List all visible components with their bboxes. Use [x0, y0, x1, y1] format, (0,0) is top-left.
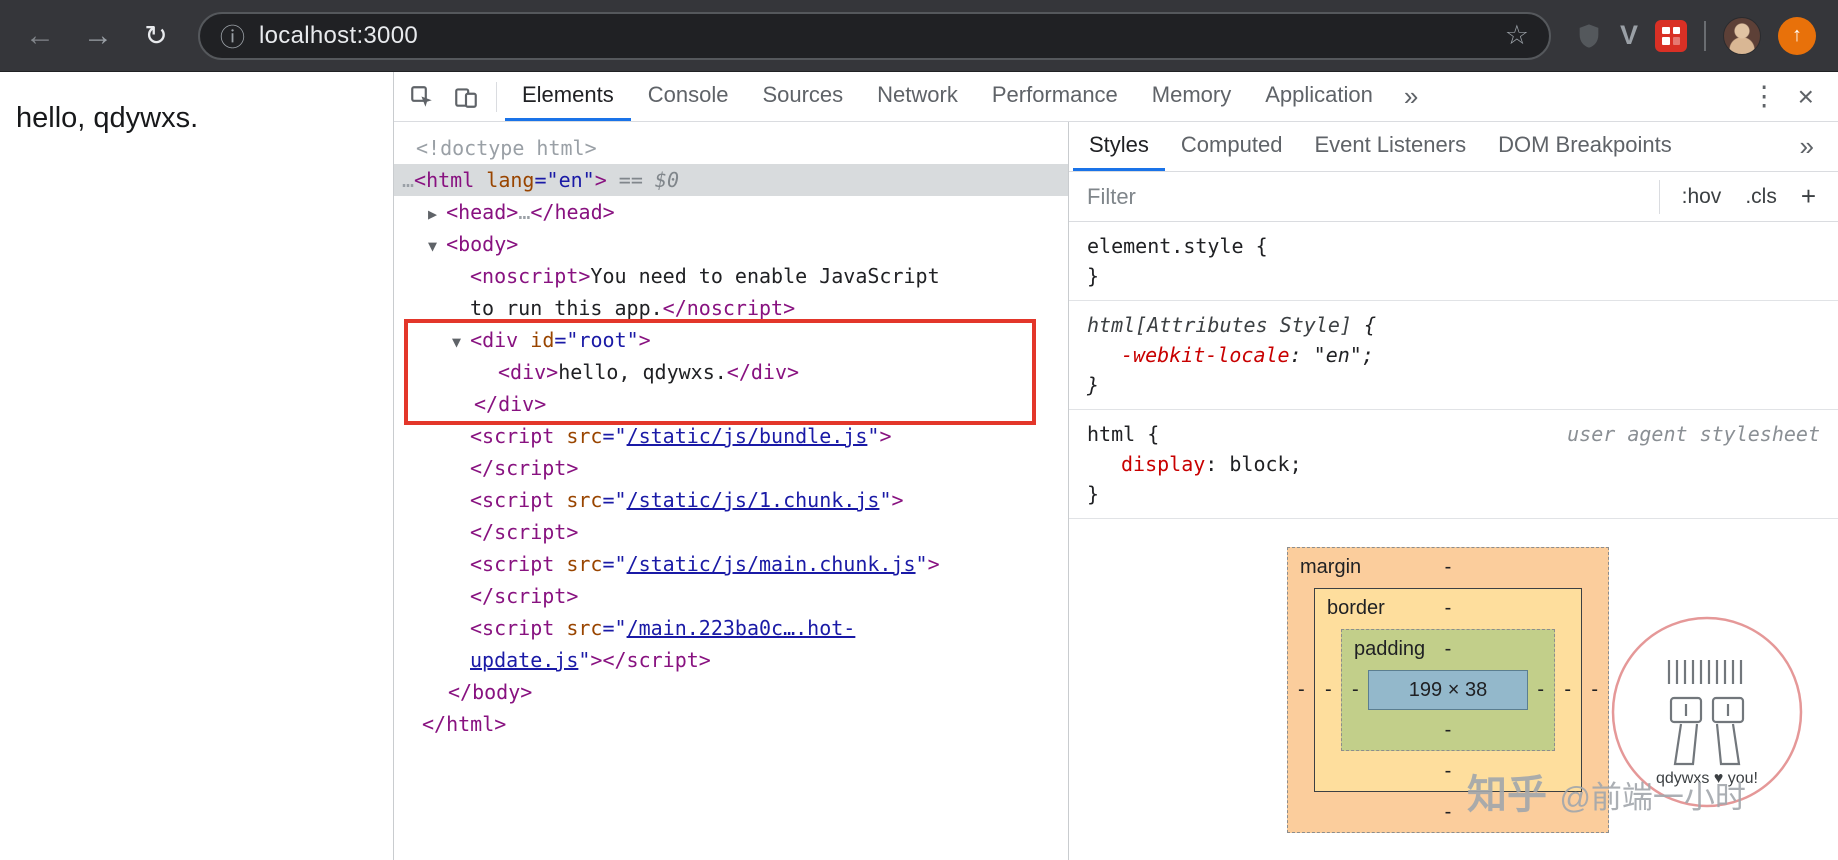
padding-right-value[interactable]: - [1537, 679, 1544, 702]
tree-row[interactable]: <script src="/static/js/1.chunk.js"> [394, 484, 1068, 516]
content-size: 199 × 38 [1408, 678, 1488, 701]
style-rules: element.style {} html[Attributes Style] {… [1069, 222, 1838, 519]
browser-toolbar: ← → ↻ ⓘ localhost:3000 ☆ V ↑ [0, 0, 1838, 72]
css-declaration[interactable]: -webkit-locale: "en"; [1087, 340, 1820, 370]
padding-top-value[interactable]: - [1342, 638, 1554, 661]
back-button[interactable]: ← [14, 10, 66, 62]
greeting-text: hello, qdywxs. [16, 102, 199, 134]
tree-row[interactable]: </script> [394, 580, 1068, 612]
new-style-rule-button[interactable]: + [1801, 181, 1816, 212]
tree-row[interactable]: </script> [394, 516, 1068, 548]
tree-row[interactable]: </script> [394, 452, 1068, 484]
stylesheet-origin-note: user agent stylesheet [1567, 422, 1820, 446]
tab-computed[interactable]: Computed [1165, 122, 1299, 171]
bookmark-star-icon[interactable]: ☆ [1505, 20, 1529, 51]
tree-row[interactable]: …<html lang="en"> == $0 [394, 164, 1068, 196]
margin-left-value[interactable]: - [1298, 679, 1305, 702]
tree-row[interactable]: <div>hello, qdywxs.</div> [394, 356, 1068, 388]
update-button[interactable]: ↑ [1778, 16, 1816, 55]
box-model-padding[interactable]: padding - - - - 199 × 38 [1341, 629, 1555, 751]
device-toolbar-icon[interactable] [444, 75, 488, 119]
reload-button[interactable]: ↻ [130, 10, 182, 62]
margin-top-value[interactable]: - [1288, 556, 1608, 579]
watermark-handle: @前端一小时 [1559, 780, 1746, 815]
address-bar[interactable]: ⓘ localhost:3000 ☆ [198, 11, 1551, 60]
url-text: localhost:3000 [259, 21, 418, 49]
padding-left-value[interactable]: - [1352, 679, 1359, 702]
close-devtools-icon[interactable]: × [1794, 81, 1832, 113]
devtools-toolbar: Elements Console Sources Network Performance… [394, 72, 1838, 122]
tree-row[interactable]: update.js"></script> [394, 644, 1068, 676]
filter-row: :hov .cls + [1069, 172, 1838, 222]
border-left-value[interactable]: - [1325, 679, 1332, 702]
styles-more-icon[interactable]: » [1780, 131, 1834, 162]
css-declaration[interactable]: display: block; [1087, 449, 1820, 479]
tree-row[interactable]: <!doctype html> [394, 132, 1068, 164]
tab-styles[interactable]: Styles [1073, 122, 1165, 171]
styles-pane: Styles Computed Event Listeners DOM Breakpo… [1068, 122, 1838, 860]
red-extension-icon[interactable] [1655, 19, 1687, 52]
styles-tabs-row: Styles Computed Event Listeners DOM Breakpo… [1069, 122, 1838, 172]
more-tabs-icon[interactable]: » [1390, 81, 1432, 112]
styles-tabs: Styles Computed Event Listeners DOM Breakpo… [1073, 122, 1688, 171]
tab-console[interactable]: Console [631, 72, 746, 121]
watermark-brand: 知乎 [1467, 773, 1547, 817]
tree-row[interactable]: <script src="/static/js/bundle.js"> [394, 420, 1068, 452]
border-top-value[interactable]: - [1315, 597, 1581, 620]
style-rule[interactable]: user agent stylesheet html {display: bloc… [1069, 410, 1838, 519]
margin-right-value[interactable]: - [1591, 679, 1598, 702]
devtools-body: <!doctype html> …<html lang="en"> == $0 ▶ … [394, 122, 1838, 860]
class-toggle[interactable]: .cls [1745, 185, 1777, 209]
tree-row[interactable]: </div> [394, 388, 1068, 420]
tab-network[interactable]: Network [860, 72, 975, 121]
dom-tree: <!doctype html> …<html lang="en"> == $0 ▶ … [394, 132, 1068, 740]
tree-row[interactable]: ▼ <div id="root"> [394, 324, 1068, 356]
pseudo-state-toggle[interactable]: :hov [1682, 185, 1722, 209]
tree-row[interactable]: to run this app.</noscript> [394, 292, 1068, 324]
devtools-tabs: Elements Console Sources Network Performance… [505, 72, 1390, 121]
tab-performance[interactable]: Performance [975, 72, 1135, 121]
tree-row[interactable]: <noscript>You need to enable JavaScript [394, 260, 1068, 292]
tab-event-listeners[interactable]: Event Listeners [1298, 122, 1482, 171]
kebab-menu-icon[interactable]: ⋮ [1735, 81, 1794, 112]
tree-row[interactable]: ▶ <head>…</head> [394, 196, 1068, 228]
tree-row[interactable]: </body> [394, 676, 1068, 708]
devtools-panel: Elements Console Sources Network Performance… [393, 72, 1838, 860]
tab-sources[interactable]: Sources [745, 72, 860, 121]
tab-dom-breakpoints[interactable]: DOM Breakpoints [1482, 122, 1688, 171]
box-model-content[interactable]: 199 × 38 [1368, 670, 1528, 710]
main-area: hello, qdywxs. Elements Console Sources Net… [0, 72, 1838, 860]
style-rule[interactable]: html[Attributes Style] {-webkit-locale: … [1069, 301, 1838, 410]
tree-row[interactable]: </html> [394, 708, 1068, 740]
toolbar-divider [1704, 20, 1706, 51]
tree-row[interactable]: <script src="/main.223ba0c….hot- [394, 612, 1068, 644]
forward-button[interactable]: → [72, 10, 124, 62]
elements-tree-pane: <!doctype html> …<html lang="en"> == $0 ▶ … [394, 122, 1068, 860]
tree-row[interactable]: ▼ <body> [394, 228, 1068, 260]
tab-memory[interactable]: Memory [1135, 72, 1248, 121]
border-right-value[interactable]: - [1564, 679, 1571, 702]
style-rule[interactable]: element.style {} [1069, 222, 1838, 301]
v-extension-icon[interactable]: V [1620, 20, 1638, 51]
tab-elements[interactable]: Elements [505, 72, 631, 121]
site-info-icon[interactable]: ⓘ [220, 18, 245, 54]
style-toggles: :hov .cls + [1658, 179, 1838, 214]
tree-row[interactable]: <script src="/static/js/main.chunk.js"> [394, 548, 1068, 580]
page-content: hello, qdywxs. [0, 72, 393, 860]
padding-bottom-value[interactable]: - [1342, 719, 1554, 742]
filter-input[interactable] [1069, 183, 1659, 210]
browser-actions: V ↑ [1567, 16, 1824, 55]
watermark: 知乎 @前端一小时 [1467, 762, 1746, 820]
profile-avatar[interactable] [1723, 16, 1761, 55]
inspect-icon[interactable] [400, 75, 444, 119]
toolbar-separator [496, 81, 497, 112]
tab-application[interactable]: Application [1248, 72, 1390, 121]
shield-extension-icon[interactable] [1575, 22, 1603, 50]
